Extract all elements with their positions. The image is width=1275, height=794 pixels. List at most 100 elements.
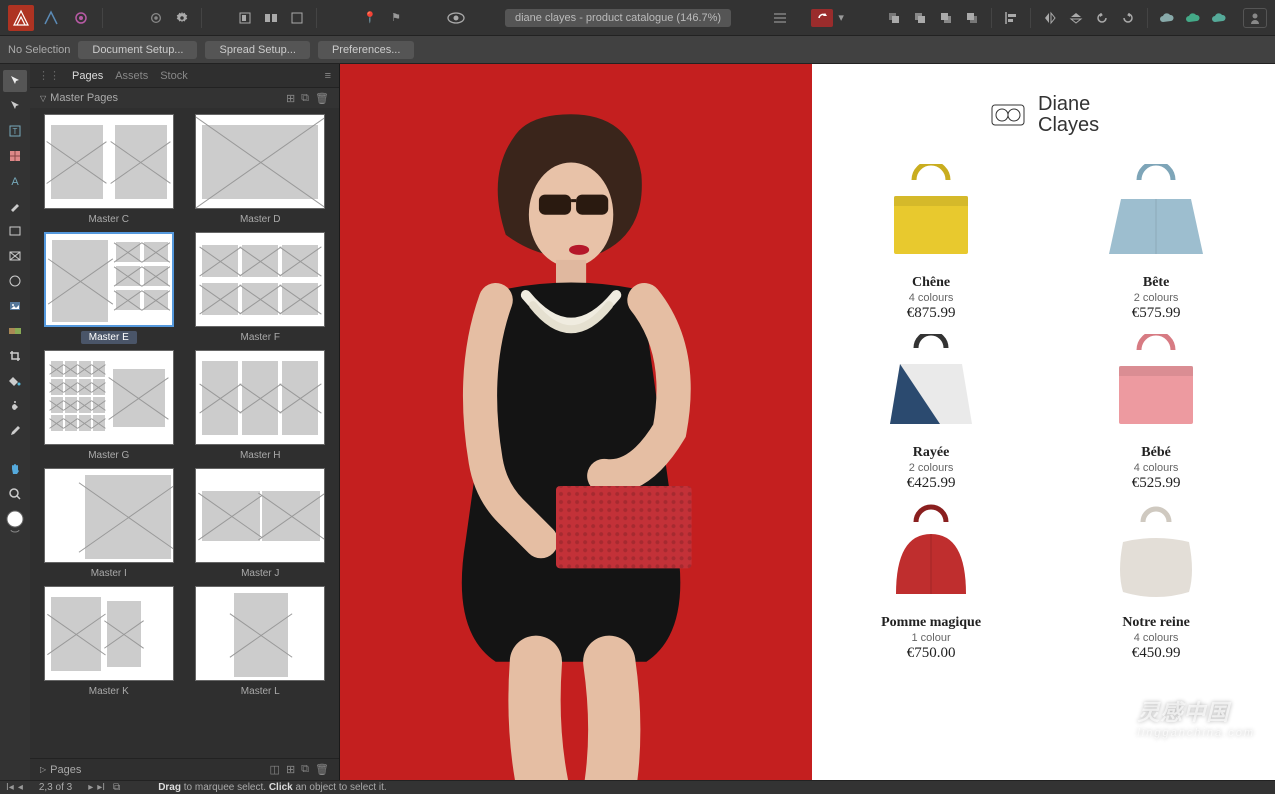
context-toolbar: No Selection Document Setup... Spread Se… [0, 36, 1275, 64]
duplicate-master-icon[interactable]: ⧉ [301, 92, 309, 105]
document-setup-button[interactable]: Document Setup... [78, 41, 197, 59]
product-item: Bête 2 colours €575.99 [1069, 164, 1244, 322]
gear-icon[interactable] [171, 7, 193, 29]
tab-stock[interactable]: Stock [160, 70, 188, 82]
master-item[interactable]: Master K [38, 586, 180, 698]
view-hand-tool[interactable] [3, 458, 27, 480]
view-spread-icon[interactable] [260, 7, 282, 29]
nav-prev-icon[interactable]: ◂ [18, 782, 23, 793]
zoom-tool[interactable] [3, 483, 27, 505]
app-publisher-icon[interactable] [8, 5, 34, 31]
master-item[interactable]: Master C [38, 114, 180, 226]
crop-tool[interactable] [3, 345, 27, 367]
tab-pages[interactable]: Pages [72, 70, 103, 82]
master-item[interactable]: Master E [38, 232, 180, 344]
master-item[interactable]: Master D [190, 114, 332, 226]
node-tool[interactable] [3, 95, 27, 117]
master-item[interactable]: Master L [190, 586, 332, 698]
panel-menu-icon[interactable]: ≡ [325, 70, 331, 82]
preview-icon[interactable] [445, 7, 467, 29]
master-item[interactable]: Master H [190, 350, 332, 462]
picture-frame-tool[interactable] [3, 245, 27, 267]
move-tool[interactable] [3, 70, 27, 92]
color-picker-tool[interactable] [3, 420, 27, 442]
product-name: Notre reine [1069, 615, 1244, 631]
master-label: Master G [80, 449, 137, 462]
transparency-tool[interactable] [3, 395, 27, 417]
flip-v-icon[interactable] [1065, 7, 1087, 29]
artistic-text-tool[interactable]: A [3, 170, 27, 192]
text-frame-tool[interactable]: T [3, 120, 27, 142]
product-image [1101, 164, 1211, 269]
place-image-tool[interactable] [3, 295, 27, 317]
baseline-icon[interactable] [769, 7, 791, 29]
svg-text:A: A [11, 176, 19, 188]
product-item: Pomme magique 1 colour €750.00 [844, 504, 1019, 662]
product-item: Chêne 4 colours €875.99 [844, 164, 1019, 322]
view-single-icon[interactable] [234, 7, 256, 29]
pages-opt1-icon[interactable]: ◫ [270, 763, 280, 776]
align-left-icon[interactable] [1000, 7, 1022, 29]
gear-outline-icon[interactable] [145, 7, 167, 29]
pin-icon[interactable]: 📍 [359, 7, 381, 29]
product-colours: 4 colours [844, 292, 1019, 304]
cloud-3-icon[interactable] [1208, 7, 1230, 29]
canvas-viewport[interactable]: DianeClayes Chêne 4 colours €875.99 Bête… [340, 64, 1275, 780]
nav-first-icon[interactable]: I◂ [6, 782, 14, 793]
flip-h-icon[interactable] [1039, 7, 1061, 29]
master-label: Master F [233, 331, 288, 344]
arrange-backward-icon[interactable] [909, 7, 931, 29]
cloud-2-icon[interactable] [1182, 7, 1204, 29]
master-item[interactable]: Master J [190, 468, 332, 580]
master-item[interactable]: Master G [38, 350, 180, 462]
nav-next-icon[interactable]: ▸ [88, 782, 93, 793]
product-item: Bébé 4 colours €525.99 [1069, 334, 1244, 492]
rotate-cw-icon[interactable] [1117, 7, 1139, 29]
product-item: Notre reine 4 colours €450.99 [1069, 504, 1244, 662]
arrange-back-icon[interactable] [883, 7, 905, 29]
arrange-forward-icon[interactable] [935, 7, 957, 29]
model-photo [340, 64, 812, 780]
panel-drag-handle[interactable]: ⋮⋮ [38, 69, 60, 82]
cloud-1-icon[interactable] [1156, 7, 1178, 29]
tab-assets[interactable]: Assets [115, 70, 148, 82]
fill-tool[interactable] [3, 370, 27, 392]
master-label: Master I [83, 567, 135, 580]
account-icon[interactable] [1243, 8, 1267, 28]
product-colours: 4 colours [1069, 462, 1244, 474]
color-swatch[interactable] [3, 508, 27, 536]
nav-last-icon[interactable]: ▸I [97, 782, 105, 793]
duplicate-page-icon[interactable]: ⧉ [301, 763, 309, 776]
master-item[interactable]: Master I [38, 468, 180, 580]
flag-icon[interactable]: ⚑ [385, 7, 407, 29]
pen-tool[interactable] [3, 195, 27, 217]
stock-tool[interactable] [3, 320, 27, 342]
svg-text:T: T [13, 127, 18, 136]
document-title[interactable]: diane clayes - product catalogue (146.7%… [505, 9, 731, 27]
preflight-icon[interactable] [811, 9, 833, 27]
app-designer-icon[interactable] [38, 5, 64, 31]
chevron-down-icon[interactable]: ▾ [837, 7, 845, 29]
master-label: Master L [233, 685, 288, 698]
brand-logo: DianeClayes [988, 94, 1099, 136]
spread-toggle-icon[interactable]: ⧉ [113, 782, 120, 793]
app-photo-icon[interactable] [68, 5, 94, 31]
delete-master-icon[interactable]: 🗑 [315, 92, 329, 105]
master-item[interactable]: Master F [190, 232, 332, 344]
spread-setup-button[interactable]: Spread Setup... [205, 41, 309, 59]
product-name: Bébé [1069, 445, 1244, 461]
master-pages-header[interactable]: ▽Master Pages ⊞ ⧉ 🗑 [30, 88, 339, 108]
preferences-button[interactable]: Preferences... [318, 41, 414, 59]
product-colours: 1 colour [844, 632, 1019, 644]
view-clip-icon[interactable] [286, 7, 308, 29]
add-master-icon[interactable]: ⊞ [286, 92, 295, 105]
table-tool[interactable] [3, 145, 27, 167]
rotate-ccw-icon[interactable] [1091, 7, 1113, 29]
product-price: €750.00 [844, 645, 1019, 662]
pages-section-header[interactable]: ▷Pages ◫ ⊞ ⧉ 🗑 [30, 758, 339, 780]
delete-page-icon[interactable]: 🗑 [315, 763, 329, 776]
ellipse-tool[interactable] [3, 270, 27, 292]
rectangle-tool[interactable] [3, 220, 27, 242]
add-page-icon[interactable]: ⊞ [286, 763, 295, 776]
arrange-front-icon[interactable] [961, 7, 983, 29]
